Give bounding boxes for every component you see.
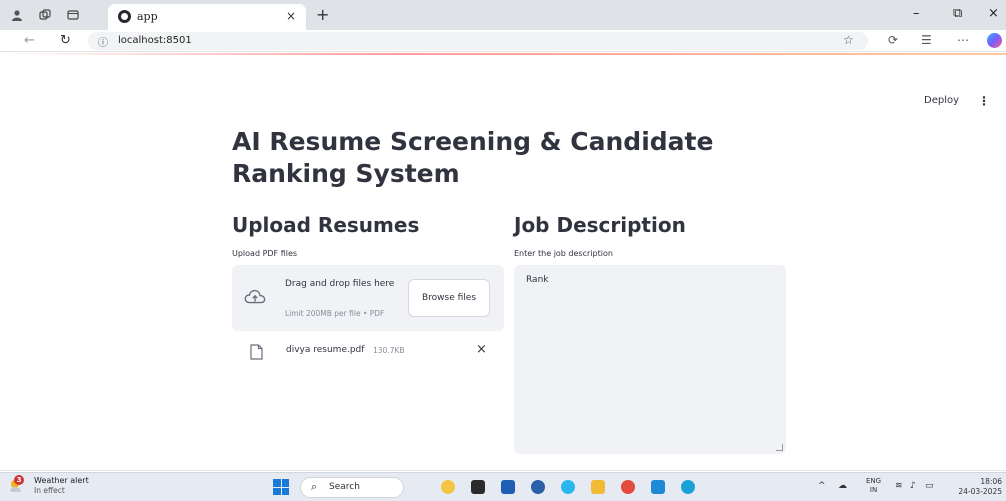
- restore-button[interactable]: ⧉: [953, 6, 962, 21]
- battery-icon[interactable]: ▭: [925, 481, 934, 491]
- uploaded-file-name: divya resume.pdf: [286, 345, 365, 355]
- file-explorer-icon[interactable]: [591, 480, 605, 494]
- page-title: AI Resume Screening & Candidate Ranking …: [232, 127, 714, 188]
- job-description-heading: Job Description: [514, 213, 686, 237]
- tab-app[interactable]: app ×: [108, 4, 306, 30]
- cloud-upload-icon: [244, 289, 266, 304]
- streamlit-top-decoration: [0, 53, 1006, 55]
- url-field[interactable]: ⓘ localhost:8501: [88, 32, 868, 50]
- weather-alert-subtitle: In effect: [34, 486, 65, 495]
- volume-icon[interactable]: ♪: [910, 481, 916, 491]
- collections-icon[interactable]: ☰: [921, 33, 932, 47]
- page-bottom-border: [0, 470, 1006, 471]
- vscode-icon[interactable]: [651, 480, 665, 494]
- microsoft-store-icon[interactable]: [501, 480, 515, 494]
- uploaded-file-row: divya resume.pdf 130.7KB ×: [232, 341, 504, 365]
- file-icon: [250, 344, 263, 360]
- upload-heading: Upload Resumes: [232, 213, 420, 237]
- browse-files-button[interactable]: Browse files: [408, 279, 490, 317]
- upload-label: Upload PDF files: [232, 249, 298, 258]
- deploy-button[interactable]: Deploy: [924, 95, 959, 106]
- job-description-label: Enter the job description: [514, 249, 613, 258]
- profile-icon[interactable]: [10, 8, 24, 22]
- chrome-icon[interactable]: [621, 480, 635, 494]
- clock-time: 18:06: [980, 477, 1002, 486]
- input-language-indicator[interactable]: ENG IN: [866, 477, 881, 495]
- taskbar-search-label: Search: [329, 482, 360, 492]
- copilot-taskbar-icon[interactable]: [561, 480, 575, 494]
- address-bar: ← ↻ ⓘ localhost:8501 ☆ ⟳ ☰ ⋯: [0, 30, 1006, 52]
- url-text: localhost:8501: [118, 35, 192, 46]
- task-view-icon[interactable]: [471, 480, 485, 494]
- back-arrow-icon[interactable]: ←: [24, 33, 35, 48]
- browser-tab-bar: app × + – ⧉ ×: [0, 0, 1006, 30]
- weather-alert-title[interactable]: Weather alert: [34, 476, 89, 485]
- tab-actions-icon[interactable]: [66, 8, 80, 22]
- clock-date: 24-03-2025: [958, 487, 1002, 496]
- more-options-icon[interactable]: ⋯: [957, 33, 969, 47]
- upload-column: Upload Resumes Upload PDF files Drag and…: [232, 210, 504, 360]
- uploaded-file-size: 130.7KB: [373, 346, 405, 355]
- tab-close-icon[interactable]: ×: [286, 9, 296, 23]
- job-description-textarea[interactable]: Rank: [514, 265, 786, 454]
- file-dropzone[interactable]: Drag and drop files here Limit 200MB per…: [232, 265, 504, 331]
- minimize-button[interactable]: –: [913, 6, 920, 21]
- extensions-icon[interactable]: ⟳: [888, 33, 898, 47]
- workspaces-icon[interactable]: [38, 8, 52, 22]
- edge-icon[interactable]: [681, 480, 695, 494]
- windows-taskbar: 3 Weather alert In effect ⌕ Search ^ ☁ E…: [0, 472, 1006, 501]
- streamlit-favicon-icon: [118, 10, 131, 23]
- remove-file-button[interactable]: ×: [476, 342, 487, 357]
- refresh-icon[interactable]: ↻: [60, 33, 71, 48]
- textarea-resize-handle[interactable]: [776, 444, 783, 451]
- site-info-icon[interactable]: ⓘ: [98, 34, 108, 49]
- wifi-icon[interactable]: ≋: [895, 481, 903, 491]
- main-menu-icon[interactable]: ⋮: [978, 94, 990, 108]
- copilot-icon[interactable]: [987, 33, 1002, 48]
- search-icon: ⌕: [311, 480, 318, 493]
- dropzone-instructions: Drag and drop files here: [285, 279, 395, 289]
- dropzone-limit-text: Limit 200MB per file • PDF: [285, 309, 385, 318]
- tab-title: app: [137, 10, 158, 23]
- cloud-tray-icon[interactable]: ☁: [838, 481, 847, 491]
- language-code: ENG: [866, 477, 882, 485]
- job-description-column: Job Description Enter the job descriptio…: [514, 210, 786, 454]
- weather-alert-badge: 3: [14, 475, 24, 485]
- widgets-icon[interactable]: [441, 480, 455, 494]
- tray-overflow-icon[interactable]: ^: [818, 481, 826, 491]
- dropbox-icon[interactable]: [531, 480, 545, 494]
- system-clock[interactable]: 18:06 24-03-2025: [950, 477, 1002, 497]
- windows-start-icon[interactable]: [273, 479, 289, 495]
- taskbar-search-box[interactable]: ⌕ Search: [300, 477, 404, 498]
- favorite-star-icon[interactable]: ☆: [843, 33, 854, 47]
- region-code: IN: [869, 486, 878, 494]
- new-tab-button[interactable]: +: [316, 5, 329, 24]
- close-window-button[interactable]: ×: [988, 6, 999, 21]
